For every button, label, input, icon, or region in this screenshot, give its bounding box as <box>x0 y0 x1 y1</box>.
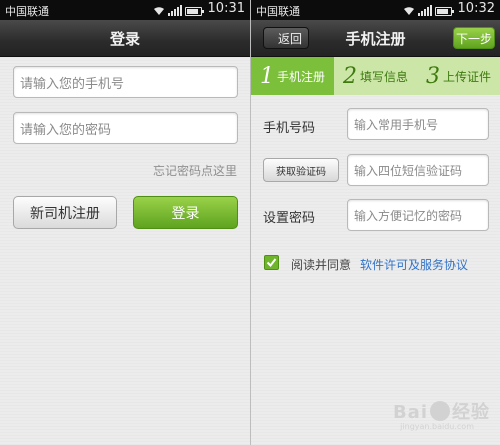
get-code-label: 获取验证码 <box>276 166 326 178</box>
battery-icon <box>435 7 454 16</box>
battery-icon <box>185 7 204 16</box>
register-button-label: 新司机注册 <box>30 205 100 222</box>
register-screen: 中国联通 10:32 返回 手机注册 下一步 1 手机注册 2 填写信息 3 上… <box>251 0 500 445</box>
step-2-number: 2 <box>342 63 357 89</box>
status-bar: 中国联通 10:31 <box>0 0 250 20</box>
next-step-button[interactable]: 下一步 <box>453 27 495 49</box>
next-step-label: 下一步 <box>455 31 492 46</box>
agree-text: 阅读并同意 <box>291 258 352 272</box>
forgot-password-link[interactable]: 忘记密码点这里 <box>153 162 237 179</box>
step-2-label: 填写信息 <box>359 69 408 84</box>
step-1-number: 1 <box>259 63 274 89</box>
agree-checkbox[interactable] <box>264 255 279 270</box>
title-bar: 登录 <box>0 20 250 57</box>
login-screen: 中国联通 10:31 登录 请输入您的手机号 请输入您的密码 忘记密码点这里 新… <box>0 0 250 445</box>
wifi-icon <box>154 7 164 15</box>
phone-input[interactable]: 输入常用手机号 <box>347 108 489 140</box>
password-input[interactable]: 输入方便记忆的密码 <box>347 199 489 231</box>
login-button-label: 登录 <box>171 205 200 222</box>
step-3-number: 3 <box>425 63 440 89</box>
code-placeholder: 输入四位短信验证码 <box>354 163 463 178</box>
step-3: 3 上传证件 <box>417 57 500 95</box>
signal-icon <box>418 5 432 16</box>
password-input[interactable]: 请输入您的密码 <box>13 112 238 144</box>
carrier-label: 中国联通 <box>256 5 300 18</box>
baidu-watermark: Bai 经验 jingyan.baidu.com <box>392 398 490 431</box>
clock: 10:31 <box>207 1 245 16</box>
register-button[interactable]: 新司机注册 <box>13 196 117 229</box>
status-bar: 中国联通 10:32 <box>251 0 500 20</box>
password-label: 设置密码 <box>263 211 316 226</box>
page-title: 登录 <box>109 30 140 48</box>
title-bar: 返回 手机注册 下一步 <box>251 20 500 57</box>
license-link[interactable]: 软件许可及服务协议 <box>360 256 468 273</box>
password-placeholder: 请输入您的密码 <box>20 122 112 138</box>
wifi-icon <box>404 7 414 15</box>
signal-icon <box>168 5 182 16</box>
clock: 10:32 <box>457 1 495 16</box>
phone-placeholder: 输入常用手机号 <box>354 117 439 132</box>
phone-label: 手机号码 <box>263 121 316 136</box>
step-2: 2 填写信息 <box>334 57 417 95</box>
status-icons <box>403 4 454 16</box>
get-code-button[interactable]: 获取验证码 <box>263 158 339 182</box>
phone-placeholder: 请输入您的手机号 <box>20 76 125 92</box>
watermark-text: Bai <box>392 402 428 423</box>
step-indicator: 1 手机注册 2 填写信息 3 上传证件 <box>251 57 500 95</box>
login-button[interactable]: 登录 <box>133 196 238 229</box>
carrier-label: 中国联通 <box>5 5 49 18</box>
password-placeholder: 输入方便记忆的密码 <box>354 208 463 223</box>
verification-code-input[interactable]: 输入四位短信验证码 <box>347 154 489 186</box>
watermark-url: jingyan.baidu.com <box>400 422 474 431</box>
step-1-label: 手机注册 <box>276 69 325 84</box>
step-3-label: 上传证件 <box>442 69 491 84</box>
watermark-text-2: 经验 <box>452 402 490 423</box>
status-icons <box>153 4 204 16</box>
step-1: 1 手机注册 <box>251 57 334 95</box>
check-icon <box>266 258 277 268</box>
phone-input[interactable]: 请输入您的手机号 <box>13 66 238 98</box>
paw-icon <box>430 401 450 421</box>
